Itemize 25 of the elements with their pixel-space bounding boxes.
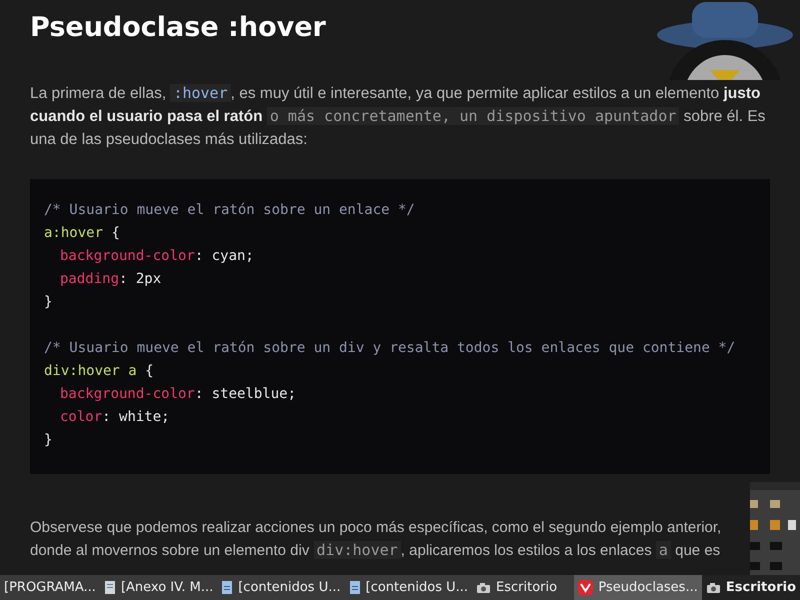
taskbar-button[interactable]: [contenidos U... [217,575,345,600]
code-line: div:hover a { [44,362,154,382]
taskbar-button[interactable]: [contenidos U... [344,575,472,600]
taskbar-button[interactable]: [Anexo IV. M... [100,575,218,600]
document-icon [221,580,234,595]
code-line: padding: 2px [60,270,162,290]
document-icon [104,580,116,595]
taskbar-button[interactable]: [PROGRAMA... [0,575,100,600]
browser-icon [578,580,594,595]
camera-icon [706,582,721,594]
code-line: /* Usuario mueve el ratón sobre un div y resalta todos los enlaces que contiene */ [44,339,736,358]
code-line: color: white; [60,408,170,428]
code-line: } [44,431,52,450]
code-line: a:hover { [44,224,120,244]
code-line: background-color: steelblue; [60,385,296,404]
taskbar-button[interactable]: Pseudoclases... [574,575,702,600]
code-line: } [44,293,52,312]
camera-icon [476,582,492,594]
code-line: background-color: cyan; [60,247,254,266]
code-line: /* Usuario mueve el ratón sobre un enlace */ [44,201,415,220]
taskbar-button[interactable]: Escritorio [472,575,562,600]
document-icon [348,580,361,595]
page-heading: Pseudoclase :hover [30,12,327,44]
paragraph: La primera de ellas, :hover , es muy útil e interesante, ya que permite aplicar estilos a un elemento justo cuando el usuario pasa el ratón o más concretamente, un dispositivo apuntador sobre él. Es una de las pseudoclases más utilizadas: [30,83,766,150]
taskbar-button[interactable]: Escritorio [702,575,800,600]
